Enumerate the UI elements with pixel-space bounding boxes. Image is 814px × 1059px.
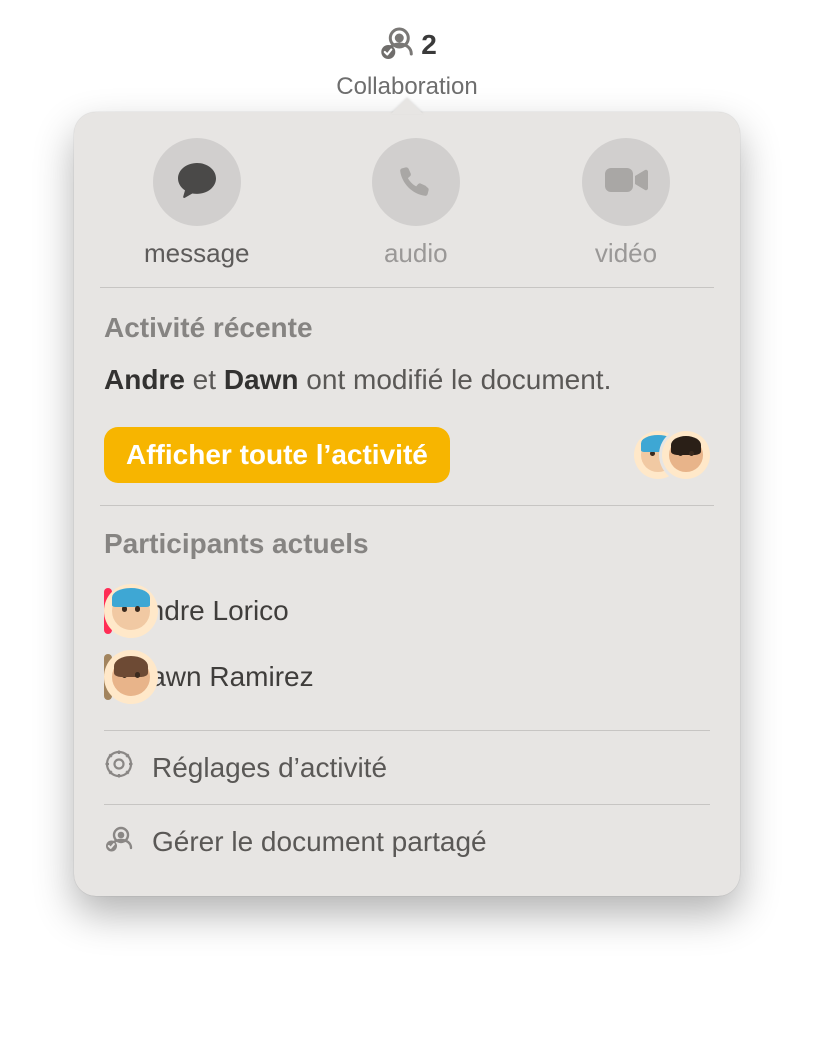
manage-shared-document-label: Gérer le document partagé [152,826,487,858]
participants-section: Participants actuels Andre Lorico Dawn R… [74,506,740,730]
recent-activity-section: Activité récente Andre et Dawn ont modif… [74,288,740,505]
video-icon [601,160,651,205]
phone-icon [394,158,438,207]
gear-icon [104,749,134,786]
activity-settings-label: Réglages d’activité [152,752,387,784]
avatar [662,431,710,479]
message-label: message [144,238,250,269]
activity-avatar-stack [634,429,710,481]
activity-person-2: Dawn [224,364,299,395]
avatar [104,650,158,704]
video-label: vidéo [595,238,657,269]
activity-person-1: Andre [104,364,185,395]
collaboration-label: Collaboration [336,73,477,101]
collaboration-icon [377,22,417,67]
communication-row: message audio [74,112,740,287]
activity-settings-item[interactable]: Réglages d’activité [74,731,740,804]
collaboration-toolbar-item[interactable]: 2 Collaboration [336,22,477,101]
show-all-activity-button[interactable]: Afficher toute l’activité [104,427,450,483]
activity-summary: Andre et Dawn ont modifié le document. [104,362,710,397]
participant-row[interactable]: Dawn Ramirez [104,644,710,710]
collaboration-popover: message audio [74,112,740,896]
message-icon [174,157,220,208]
participant-row[interactable]: Andre Lorico [104,578,710,644]
audio-label: audio [384,238,448,269]
manage-shared-document-item[interactable]: Gérer le document partagé [74,805,740,878]
video-button[interactable]: vidéo [582,138,670,269]
recent-activity-title: Activité récente [104,312,710,344]
audio-button[interactable]: audio [372,138,460,269]
avatar [104,584,158,638]
participants-title: Participants actuels [104,528,710,560]
collaboration-count: 2 [421,29,437,61]
message-button[interactable]: message [144,138,250,269]
share-icon [104,823,134,860]
